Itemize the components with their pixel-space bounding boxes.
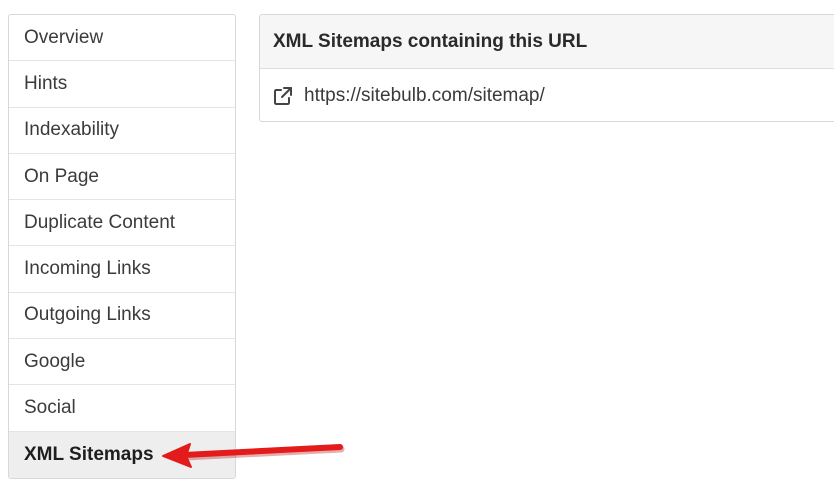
external-link-icon <box>272 85 294 107</box>
sidebar-item-social[interactable]: Social <box>9 385 235 432</box>
sidebar-item-indexability[interactable]: Indexability <box>9 108 235 154</box>
panel-body: https://sitebulb.com/sitemap/ <box>260 69 834 121</box>
sidebar-nav: Overview Hints Indexability On Page Dupl… <box>8 14 236 479</box>
sitemap-url: https://sitebulb.com/sitemap/ <box>304 84 545 106</box>
sidebar-item-duplicate-content[interactable]: Duplicate Content <box>9 200 235 247</box>
sidebar-item-hints[interactable]: Hints <box>9 61 235 108</box>
sidebar-item-incoming-links[interactable]: Incoming Links <box>9 246 235 293</box>
xml-sitemaps-panel: XML Sitemaps containing this URL https:/… <box>259 14 834 122</box>
page: Overview Hints Indexability On Page Dupl… <box>0 0 834 488</box>
sidebar-item-xml-sitemaps[interactable]: XML Sitemaps <box>9 431 235 478</box>
sidebar-item-google[interactable]: Google <box>9 339 235 386</box>
panel-title: XML Sitemaps containing this URL <box>260 15 834 69</box>
sidebar-item-overview[interactable]: Overview <box>9 15 235 62</box>
sidebar-item-outgoing-links[interactable]: Outgoing Links <box>9 293 235 340</box>
sidebar-item-on-page[interactable]: On Page <box>9 154 235 201</box>
sitemap-link[interactable]: https://sitebulb.com/sitemap/ <box>272 85 545 107</box>
